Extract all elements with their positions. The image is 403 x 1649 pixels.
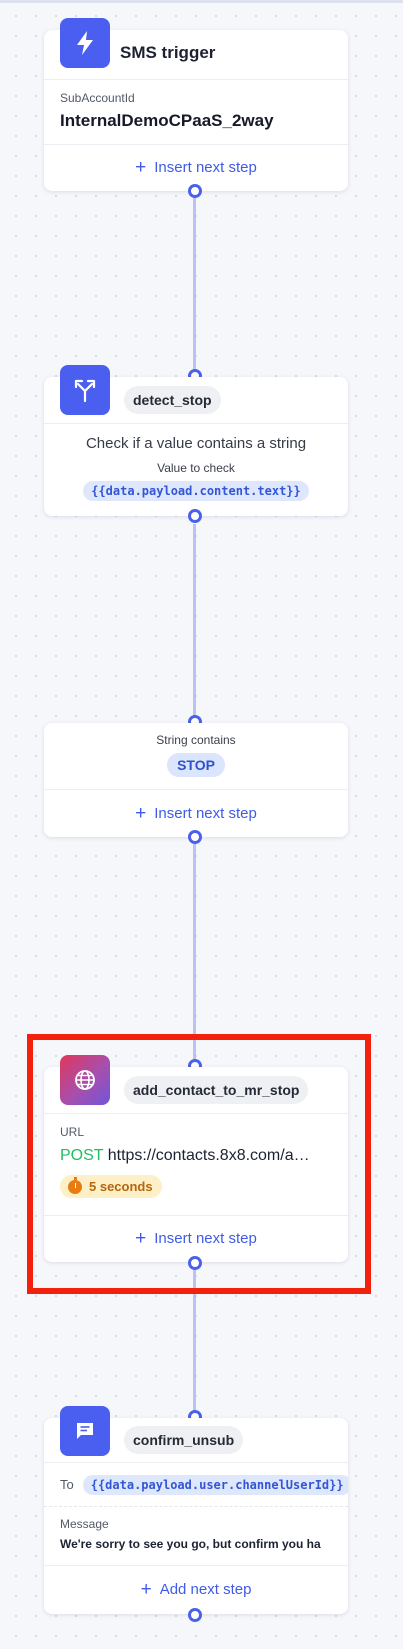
- plus-icon: +: [135, 1228, 147, 1249]
- insert-next-step-label: Insert next step: [154, 1230, 257, 1247]
- step-name[interactable]: add_contact_to_mr_stop: [124, 1076, 309, 1104]
- request-url: https://contacts.8x8.com/a…: [107, 1147, 310, 1164]
- canvas-top-edge: [0, 0, 403, 3]
- add-next-step-button[interactable]: + Add next step: [44, 1565, 348, 1613]
- confirm-unsub-card[interactable]: confirm_unsub To {{data.payload.user.cha…: [44, 1406, 348, 1614]
- step-name[interactable]: confirm_unsub: [124, 1426, 244, 1454]
- message-preview: We're sorry to see you go, but confirm y…: [60, 1537, 321, 1551]
- detect-stop-card[interactable]: detect_stop Check if a value contains a …: [44, 365, 348, 516]
- connector-line: [193, 844, 196, 1070]
- insert-next-step-label: Insert next step: [154, 804, 257, 822]
- string-contains-card[interactable]: String contains STOP + Insert next step: [44, 723, 348, 837]
- condition-description: Check if a value contains a string: [85, 435, 307, 452]
- output-port[interactable]: [188, 184, 202, 198]
- insert-next-step-label: Insert next step: [154, 159, 257, 176]
- insert-next-step-button[interactable]: + Insert next step: [44, 1215, 348, 1261]
- step-name[interactable]: detect_stop: [124, 386, 221, 414]
- delay-badge: 5 seconds: [60, 1175, 162, 1198]
- output-port[interactable]: [188, 1608, 202, 1622]
- plus-icon: +: [135, 802, 147, 824]
- connector-line: [193, 198, 196, 380]
- globe-icon: [60, 1055, 110, 1105]
- connector-line: [193, 524, 196, 726]
- to-label: To: [60, 1477, 74, 1492]
- http-method: POST: [60, 1147, 104, 1164]
- branch-split-icon: [60, 365, 110, 415]
- chat-bubble-icon: [60, 1406, 110, 1456]
- plus-icon: +: [140, 1579, 152, 1600]
- subaccount-label: SubAccountId: [60, 91, 135, 105]
- plus-icon: +: [135, 157, 147, 178]
- lightning-bolt-icon: [60, 18, 110, 68]
- connector-line: [193, 1270, 196, 1422]
- match-value-badge: STOP: [167, 753, 225, 777]
- add-next-step-label: Add next step: [159, 1581, 252, 1598]
- stopwatch-icon: [68, 1176, 82, 1194]
- recipient-variable: {{data.payload.user.channelUserId}}: [82, 1474, 348, 1495]
- value-to-check-label: Value to check: [157, 461, 235, 475]
- subaccount-value: InternalDemoCPaaS_2way: [60, 111, 274, 130]
- delay-value: 5 seconds: [89, 1179, 153, 1194]
- sms-trigger-card[interactable]: SMS trigger SubAccountId InternalDemoCPa…: [44, 18, 348, 191]
- output-port[interactable]: [188, 509, 202, 523]
- string-contains-label: String contains: [156, 733, 236, 747]
- card-title: SMS trigger: [120, 43, 216, 62]
- value-to-check-variable: {{data.payload.content.text}}: [83, 481, 309, 501]
- message-label: Message: [60, 1517, 109, 1531]
- add-contact-webhook-card[interactable]: add_contact_to_mr_stop URL POST https://…: [44, 1055, 348, 1262]
- output-port[interactable]: [188, 1256, 202, 1270]
- output-port[interactable]: [188, 830, 202, 844]
- url-label: URL: [60, 1125, 85, 1139]
